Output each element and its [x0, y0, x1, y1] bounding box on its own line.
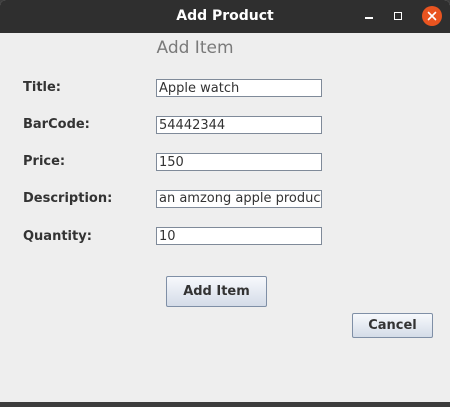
- form-heading: Add Item: [156, 38, 234, 58]
- title-label: Title:: [23, 80, 62, 95]
- description-value: an amzong apple product.: [159, 191, 322, 206]
- cancel-button[interactable]: Cancel: [352, 313, 433, 338]
- quantity-field[interactable]: [156, 227, 322, 245]
- title-field[interactable]: [156, 79, 322, 97]
- description-label: Description:: [23, 191, 113, 206]
- title-bar[interactable]: Add Product: [0, 0, 450, 33]
- minimize-icon: [365, 17, 373, 19]
- description-field[interactable]: an amzong apple product.: [156, 190, 322, 208]
- minimize-button[interactable]: [359, 6, 379, 26]
- price-label: Price:: [23, 154, 66, 169]
- barcode-label: BarCode:: [23, 117, 90, 132]
- close-icon: [427, 11, 437, 21]
- window-title: Add Product: [176, 8, 274, 24]
- maximize-button[interactable]: [388, 6, 408, 26]
- close-button[interactable]: [422, 6, 442, 26]
- barcode-field[interactable]: [156, 116, 322, 134]
- quantity-label: Quantity:: [23, 229, 92, 244]
- price-field[interactable]: [156, 153, 322, 171]
- add-product-window: Add Product Add Item Title: BarCode: Pri…: [0, 0, 450, 402]
- maximize-icon: [394, 12, 402, 20]
- add-item-button[interactable]: Add Item: [166, 276, 267, 307]
